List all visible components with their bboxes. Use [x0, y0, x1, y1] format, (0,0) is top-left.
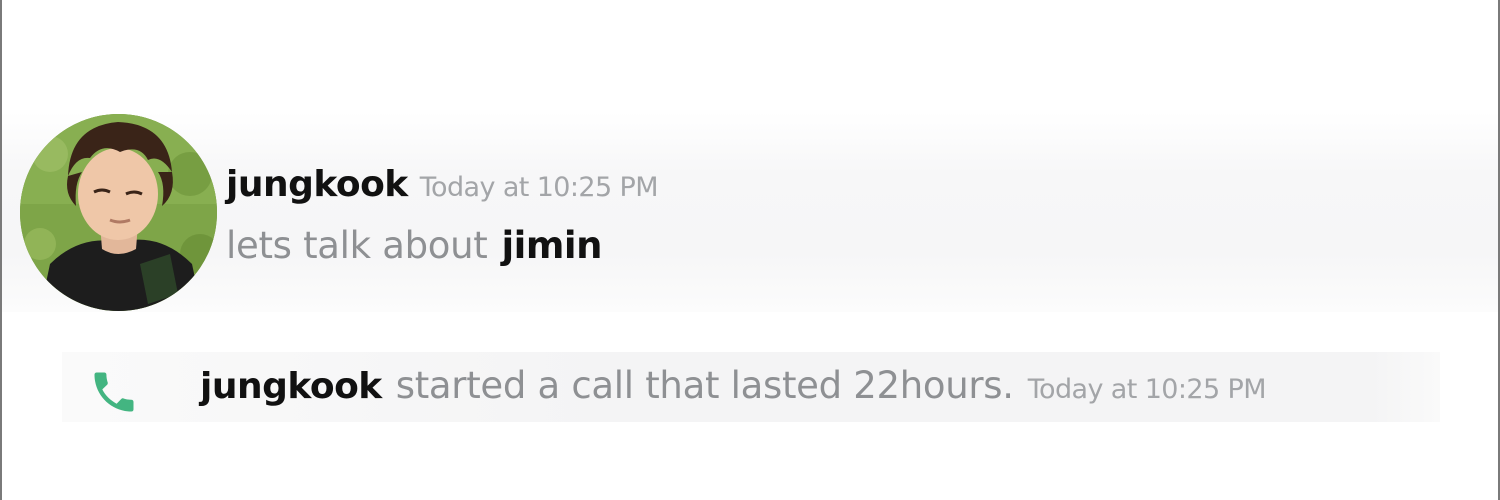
call-text: started a call that lasted 22hours.: [395, 364, 1014, 407]
avatar[interactable]: [20, 114, 217, 311]
message-timestamp: Today at 10:25 PM: [419, 172, 659, 203]
call-system-message: jungkook started a call that lasted 22hou…: [62, 352, 1440, 422]
message-content: lets talk about jimin: [226, 224, 602, 267]
message-mention[interactable]: jimin: [502, 224, 603, 267]
phone-icon: [94, 372, 134, 412]
call-line: jungkook started a call that lasted 22hou…: [200, 364, 1266, 407]
message-username[interactable]: jungkook: [226, 164, 408, 205]
chat-window: jungkook Today at 10:25 PM lets talk abou…: [0, 0, 1500, 500]
call-timestamp: Today at 10:25 PM: [1027, 374, 1267, 405]
message-header: jungkook Today at 10:25 PM: [226, 164, 659, 205]
message-text: lets talk about: [226, 224, 488, 267]
call-username[interactable]: jungkook: [200, 366, 382, 407]
message-group: jungkook Today at 10:25 PM lets talk abou…: [2, 112, 1498, 312]
